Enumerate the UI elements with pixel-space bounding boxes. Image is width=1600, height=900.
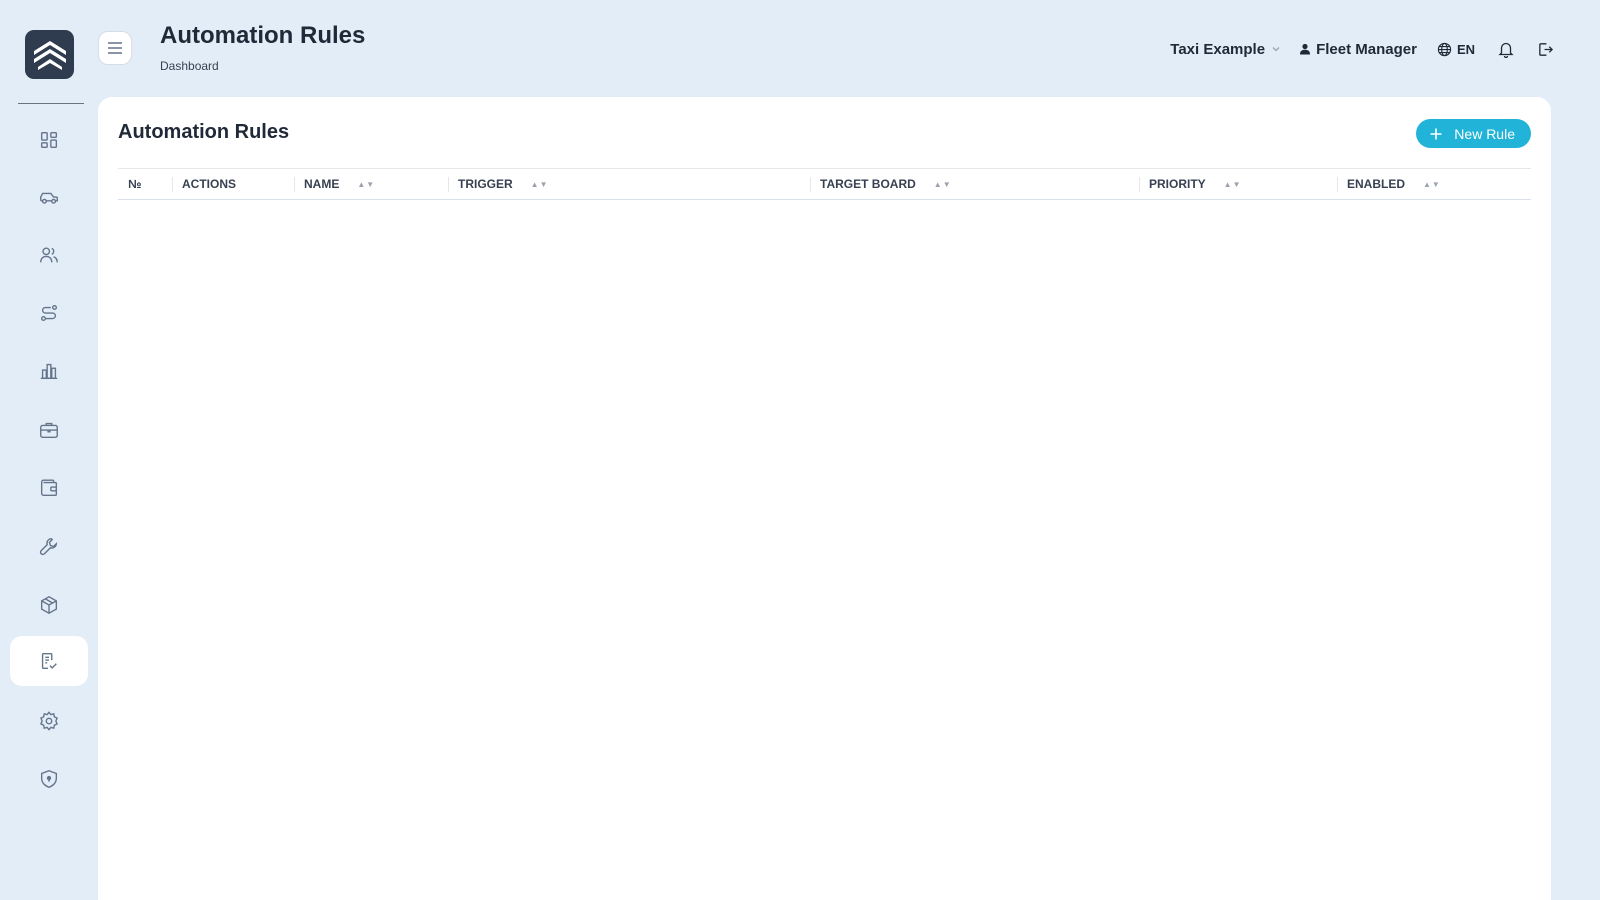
page-title: Automation Rules [160,22,366,49]
chart-icon [40,363,58,380]
user-icon [1300,43,1311,55]
dashboard-icon [40,131,58,149]
sidebar-item-security[interactable] [10,754,88,804]
plus-icon [1430,128,1442,139]
breadcrumb[interactable]: Dashboard [160,59,219,73]
sort-icon[interactable]: ▲▼ [934,180,952,189]
column-header-actions: ACTIONS [172,169,294,200]
sidebar-item-maintenance[interactable] [10,521,88,571]
rules-table: № ACTIONS NAME ▲▼ TRIGGER ▲▼ TARGET BOARD ▲… [118,168,1531,200]
main-card: Automation Rules New Rule № ACTIONS NAME… [98,97,1551,900]
user-name: Fleet Manager [1316,40,1417,58]
logout-button[interactable] [1537,41,1554,58]
sort-icon[interactable]: ▲▼ [531,180,549,189]
wrench-icon [39,537,58,556]
header-actions: Taxi Example Fleet Manager EN [1170,36,1554,62]
wallet-icon [40,479,58,497]
app-logo[interactable] [25,30,74,79]
column-header-number: № [128,177,142,191]
language-selector[interactable]: EN [1437,42,1475,57]
user-menu[interactable]: Fleet Manager [1299,41,1417,58]
column-header-enabled[interactable]: ENABLED ▲▼ [1337,169,1531,200]
rules-icon [41,652,57,670]
column-header-priority[interactable]: PRIORITY ▲▼ [1139,169,1337,200]
company-name: Taxi Example [1170,40,1266,58]
sort-icon[interactable]: ▲▼ [1423,180,1441,189]
sidebar [0,0,98,900]
route-icon [40,304,58,322]
menu-toggle-button[interactable] [98,31,132,65]
briefcase-icon [40,422,58,439]
logout-icon [1539,42,1554,56]
gear-icon [40,711,58,731]
column-header-target-board[interactable]: TARGET BOARD ▲▼ [810,169,1139,200]
shield-icon [40,770,58,788]
chevron-down-icon [1272,47,1280,52]
sidebar-item-jobs[interactable] [10,405,88,455]
sidebar-item-wallet[interactable] [10,463,88,513]
sidebar-item-inventory[interactable] [10,580,88,630]
sidebar-item-settings[interactable] [10,696,88,746]
notifications-button[interactable] [1497,40,1515,58]
sidebar-item-automation-rules[interactable] [10,636,88,686]
card-title: Automation Rules [118,121,290,143]
sidebar-item-dashboard[interactable] [10,115,88,165]
sidebar-item-vehicles[interactable] [10,173,88,223]
sort-icon[interactable]: ▲▼ [357,180,375,189]
column-header-trigger[interactable]: TRIGGER ▲▼ [448,169,810,200]
sidebar-item-reports[interactable] [10,346,88,396]
language-code: EN [1456,41,1475,57]
column-header-name[interactable]: NAME ▲▼ [294,169,448,200]
logo-chevrons-icon [33,40,66,70]
sidebar-item-users[interactable] [10,230,88,280]
car-icon [40,192,58,204]
table-header-row: № ACTIONS NAME ▲▼ TRIGGER ▲▼ TARGET BOARD ▲… [118,168,1531,200]
new-rule-label: New Rule [1454,125,1515,142]
globe-icon [1437,42,1452,56]
users-icon [40,247,58,263]
logo-divider [18,103,84,104]
new-rule-button[interactable]: New Rule [1416,119,1531,148]
bell-icon [1498,42,1514,58]
sidebar-item-routes[interactable] [10,288,88,338]
company-selector[interactable]: Taxi Example [1170,41,1281,58]
box-icon [40,595,58,615]
sort-icon[interactable]: ▲▼ [1224,180,1242,189]
hamburger-icon [108,42,122,54]
